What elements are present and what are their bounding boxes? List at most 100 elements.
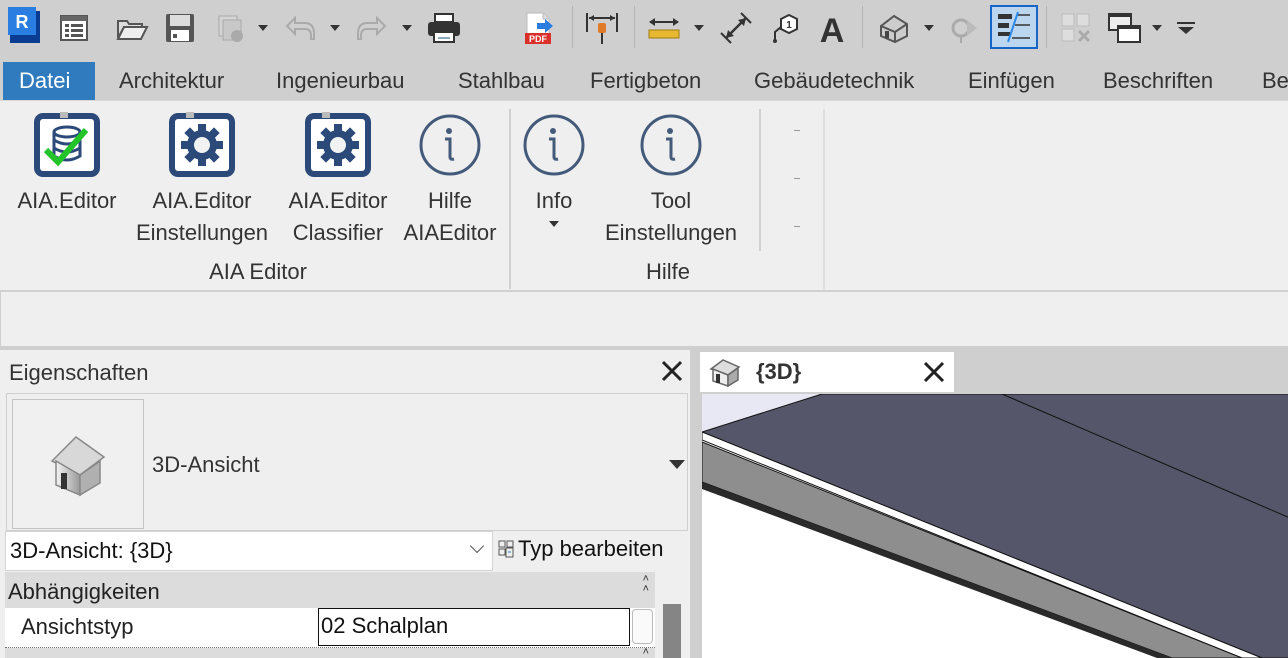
switch-windows-icon	[1108, 13, 1141, 43]
close-windows-icon	[1061, 13, 1091, 43]
dimension-dropdown[interactable]	[692, 22, 706, 34]
print-button[interactable]	[424, 8, 464, 48]
export-pdf-button[interactable]: PDF	[520, 8, 560, 48]
window-list-icon	[60, 15, 88, 41]
undo-button[interactable]	[280, 8, 320, 48]
sync-button[interactable]	[210, 8, 250, 48]
property-group-header[interactable]: Abhängigkeiten ˄ ˄	[5, 572, 655, 608]
redo-icon	[357, 15, 387, 40]
undo-icon	[285, 15, 315, 40]
tab-beschriften[interactable]: Beschriften	[1103, 62, 1213, 100]
open-button[interactable]	[112, 8, 152, 48]
aia-editor-classifier-label-2: Classifier	[292, 220, 384, 245]
toolbar-separator	[634, 6, 635, 48]
dimension-ruler-icon	[648, 18, 680, 39]
3d-view-dropdown[interactable]	[922, 22, 936, 34]
info-icon	[523, 114, 585, 176]
group-label-aia-editor: AIA Editor	[209, 259, 307, 284]
3d-viewport[interactable]	[702, 394, 1288, 658]
house-3d-icon	[50, 436, 106, 497]
redo-dropdown[interactable]	[400, 22, 414, 34]
aia-editor-classifier-label-1: AIA.Editor	[288, 188, 388, 213]
empty-slot-marker	[794, 130, 800, 131]
properties-grid: Abhängigkeiten ˄ ˄ Ansichtstyp 02 Schalpl…	[5, 572, 655, 658]
tag-button[interactable]: 1	[766, 8, 806, 48]
save-button[interactable]	[160, 8, 200, 48]
3d-view-button[interactable]	[874, 8, 914, 48]
type-selector-dropdown-arrow[interactable]	[669, 460, 685, 469]
thin-lines-button[interactable]	[990, 5, 1038, 49]
aia-editor-button[interactable]: AIA.Editor	[12, 111, 122, 217]
tab-datei[interactable]: Datei	[3, 62, 95, 100]
sync-dropdown[interactable]	[256, 22, 270, 34]
type-selector[interactable]: 3D-Ansicht	[6, 393, 688, 531]
collapse-icon[interactable]: ˄	[643, 647, 649, 658]
svg-text:A: A	[820, 12, 845, 45]
instance-filter-select[interactable]: 3D-Ansicht: {3D}	[5, 531, 493, 571]
edit-type-icon	[498, 540, 514, 558]
aia-editor-settings-label-2: Einstellungen	[135, 220, 269, 245]
folder-open-icon	[116, 20, 149, 40]
tab-stahlbau[interactable]: Stahlbau	[458, 62, 545, 100]
diagonal-dimension-icon	[720, 12, 752, 44]
customize-qat-button[interactable]	[1168, 8, 1204, 48]
switch-windows-dropdown[interactable]	[1150, 22, 1164, 34]
aligned-dimension-button[interactable]	[644, 8, 684, 48]
property-group-label: Abhängigkeiten	[8, 579, 160, 604]
view-tab-3d[interactable]: {3D}	[700, 352, 954, 392]
aia-editor-label-1: AIA.Editor	[17, 188, 117, 213]
tab-truncated[interactable]: Be	[1262, 62, 1288, 100]
aia-editor-classifier-button[interactable]: AIA.Editor Classifier	[284, 111, 392, 249]
tab-ingenieurbau[interactable]: Ingenieurbau	[276, 62, 404, 100]
help-aiaeditor-label-1: Hilfe	[427, 188, 472, 213]
gear-classifier-icon	[305, 112, 371, 177]
undo-dropdown[interactable]	[328, 22, 342, 34]
text-button[interactable]: A	[812, 8, 852, 48]
database-check-icon	[34, 112, 100, 177]
help-aiaeditor-button[interactable]: Hilfe AIAEditor	[400, 111, 500, 249]
property-row: Ansichtstyp 02 Schalplan	[5, 608, 655, 648]
customize-qat-icon	[1177, 22, 1195, 34]
section-button[interactable]	[944, 8, 984, 48]
close-hidden-windows-button[interactable]	[1056, 8, 1096, 48]
info-dropdown-arrow[interactable]	[549, 221, 559, 227]
switch-windows-button[interactable]	[1104, 8, 1144, 48]
tool-settings-label-1: Tool	[650, 188, 692, 213]
property-value-field[interactable]: 02 Schalplan	[318, 608, 630, 646]
tab-einfuegen[interactable]: Einfügen	[968, 62, 1055, 100]
printer-icon	[428, 13, 460, 43]
property-browse-button[interactable]	[632, 609, 653, 644]
view-tab-close-button[interactable]	[922, 360, 946, 384]
3d-model-canvas[interactable]	[702, 394, 1288, 658]
measure-button[interactable]	[582, 8, 622, 48]
aia-editor-settings-button[interactable]: AIA.Editor Einstellungen	[128, 111, 276, 249]
tab-architektur[interactable]: Architektur	[119, 62, 224, 100]
empty-slot-marker	[794, 226, 800, 227]
project-browser-button[interactable]	[54, 8, 94, 48]
toolbar-separator	[572, 6, 573, 48]
spot-dimension-button[interactable]	[716, 8, 756, 48]
info-icon	[640, 114, 702, 176]
type-name: 3D-Ansicht	[152, 452, 260, 477]
tool-settings-label-2: Einstellungen	[604, 220, 738, 245]
info-button[interactable]: Info	[518, 111, 590, 227]
pdf-export-icon: PDF	[525, 12, 553, 44]
tab-gebaeudetechnik[interactable]: Gebäudetechnik	[754, 62, 914, 100]
properties-scrollbar-thumb[interactable]	[663, 604, 681, 658]
edit-type-button[interactable]: Typ bearbeiten	[498, 536, 664, 562]
view-area: {3D}	[694, 348, 1288, 658]
tool-settings-button[interactable]: Tool Einstellungen	[598, 111, 744, 249]
app-logo-button[interactable]: R	[6, 7, 46, 48]
collapse-icon[interactable]: ˄ ˄	[643, 574, 649, 595]
svg-text:1: 1	[786, 20, 792, 31]
tab-fertigbeton[interactable]: Fertigbeton	[590, 62, 701, 100]
redo-button[interactable]	[352, 8, 392, 48]
property-group-header[interactable]: ˄	[5, 647, 655, 658]
properties-palette: Eigenschaften 3D-Ansicht 3D-Ansicht: {3D…	[0, 348, 692, 658]
svg-text:PDF: PDF	[529, 34, 548, 44]
properties-title: Eigenschaften	[9, 360, 149, 385]
properties-close-button[interactable]	[660, 359, 684, 383]
floppy-disk-icon	[166, 14, 194, 42]
view-tab-label: {3D}	[756, 359, 802, 384]
toolbar-separator	[1046, 6, 1047, 48]
